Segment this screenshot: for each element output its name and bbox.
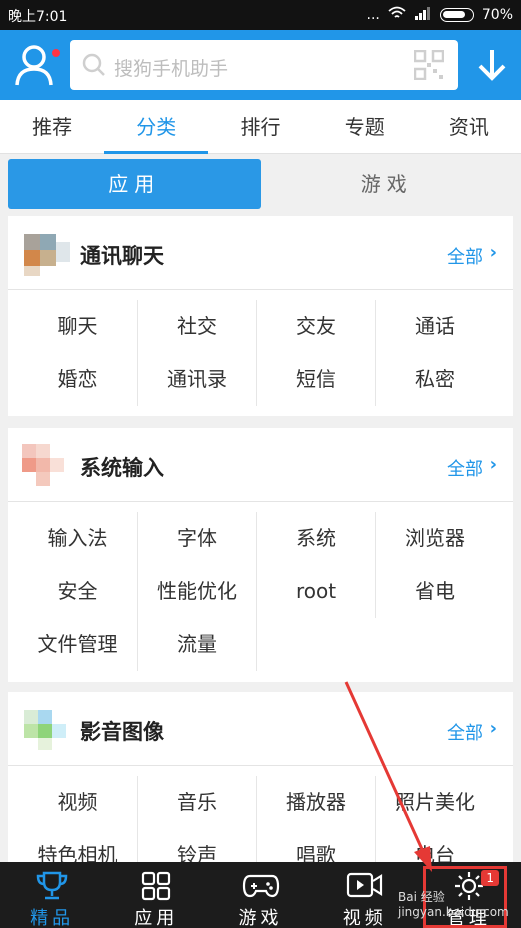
category-icon	[18, 228, 74, 278]
download-button[interactable]	[477, 48, 507, 86]
notification-dot	[52, 49, 60, 57]
category-chip[interactable]: 照片美化	[375, 776, 494, 829]
category-chip[interactable]: 系统	[256, 512, 375, 565]
battery-icon	[439, 8, 474, 22]
apps-grid-icon	[140, 870, 172, 906]
see-all-link[interactable]: 全部	[447, 455, 483, 481]
nav-label: 精品	[30, 908, 75, 928]
nav-label: 游戏	[238, 908, 283, 928]
category-chip[interactable]: root	[256, 565, 375, 618]
see-all-link[interactable]: 全部	[447, 719, 483, 745]
category-chip[interactable]: 安全	[18, 565, 137, 618]
category-card-media: 影音图像 全部 › 视频 音乐 播放器 照片美化 特色相机 铃声 唱歌 电台	[8, 692, 513, 882]
top-tabs: 推荐 分类 排行 专题 资讯	[0, 100, 521, 154]
segment-apps[interactable]: 应用	[8, 159, 261, 209]
category-chip[interactable]: 文件管理	[18, 618, 137, 671]
search-placeholder: 搜狗手机助手	[114, 58, 229, 80]
watermark: Bai 经验 jingyan.baidu.com	[398, 890, 509, 919]
segment-games[interactable]: 游戏	[261, 159, 514, 209]
category-chip[interactable]: 私密	[375, 353, 494, 406]
category-chip[interactable]: 短信	[256, 353, 375, 406]
grid-row: 安全 性能优化 root 省电	[18, 565, 503, 618]
category-chip[interactable]: 视频	[18, 776, 137, 829]
category-icon	[18, 704, 74, 754]
category-grid: 聊天 社交 交友 通话 婚恋 通讯录 短信 私密	[8, 290, 513, 406]
gamepad-icon	[242, 870, 280, 904]
grid-row: 视频 音乐 播放器 照片美化	[18, 776, 503, 829]
category-grid: 输入法 字体 系统 浏览器 安全 性能优化 root 省电 文件管理 流量	[8, 502, 513, 671]
user-avatar-button[interactable]	[14, 43, 60, 87]
category-chip[interactable]: 流量	[137, 618, 256, 671]
search-input[interactable]: 搜狗手机助手	[70, 40, 458, 90]
card-header: 影音图像 全部 ›	[8, 692, 513, 766]
tab-topics[interactable]: 专题	[313, 100, 417, 153]
card-title: 通讯聊天	[80, 244, 164, 268]
trophy-icon	[34, 870, 70, 906]
category-chip[interactable]: 性能优化	[137, 565, 256, 618]
card-header: 通讯聊天 全部 ›	[8, 216, 513, 290]
category-chip[interactable]: 播放器	[256, 776, 375, 829]
category-chip[interactable]: 通讯录	[137, 353, 256, 406]
category-chip[interactable]: 交友	[256, 300, 375, 353]
wifi-icon	[388, 6, 406, 24]
card-title: 影音图像	[80, 720, 164, 744]
app-game-segment: 应用 游戏	[8, 159, 513, 209]
category-chip[interactable]: 省电	[375, 565, 494, 618]
grid-row: 婚恋 通讯录 短信 私密	[18, 353, 503, 406]
video-icon	[346, 870, 384, 904]
cell-signal-icon	[414, 6, 432, 24]
category-chip[interactable]: 通话	[375, 300, 494, 353]
category-chip[interactable]: 输入法	[18, 512, 137, 565]
tab-category[interactable]: 分类	[104, 100, 209, 154]
qr-scan-icon[interactable]	[413, 49, 445, 84]
category-chip[interactable]: 社交	[137, 300, 256, 353]
battery-percent: 70%	[481, 7, 513, 23]
status-right: ... 70%	[367, 6, 513, 24]
tab-recommend[interactable]: 推荐	[0, 100, 104, 153]
empty-cell	[256, 618, 375, 671]
category-chip[interactable]: 聊天	[18, 300, 137, 353]
card-header: 系统输入 全部 ›	[8, 428, 513, 502]
card-title: 系统输入	[80, 456, 164, 480]
user-icon	[15, 45, 53, 86]
tab-news[interactable]: 资讯	[417, 100, 521, 153]
category-chip[interactable]: 音乐	[137, 776, 256, 829]
chevron-right-icon: ›	[489, 454, 497, 475]
nav-apps[interactable]: 应用	[104, 862, 208, 928]
app-header: 搜狗手机助手	[0, 30, 521, 100]
status-bar: 晚上7:01 ... 70%	[0, 0, 521, 30]
grid-row: 聊天 社交 交友 通话	[18, 300, 503, 353]
category-card-communication: 通讯聊天 全部 › 聊天 社交 交友 通话 婚恋 通讯录 短信 私密	[8, 216, 513, 416]
grid-row: 文件管理 流量	[18, 618, 503, 671]
chevron-right-icon: ›	[489, 718, 497, 739]
signal-dots: ...	[366, 7, 380, 23]
search-icon	[82, 53, 106, 81]
nav-games[interactable]: 游戏	[208, 862, 312, 928]
tab-ranking[interactable]: 排行	[208, 100, 312, 153]
chevron-right-icon: ›	[489, 242, 497, 263]
see-all-link[interactable]: 全部	[447, 243, 483, 269]
category-chip[interactable]: 浏览器	[375, 512, 494, 565]
category-card-system-input: 系统输入 全部 › 输入法 字体 系统 浏览器 安全 性能优化 root 省电 …	[8, 428, 513, 682]
status-time: 晚上7:01	[8, 9, 68, 25]
nav-featured[interactable]: 精品	[0, 862, 104, 928]
download-arrow-icon	[478, 50, 506, 81]
category-chip[interactable]: 婚恋	[18, 353, 137, 406]
category-chip[interactable]: 字体	[137, 512, 256, 565]
grid-row: 输入法 字体 系统 浏览器	[18, 512, 503, 565]
nav-label: 应用	[134, 908, 179, 928]
category-icon	[18, 440, 74, 490]
